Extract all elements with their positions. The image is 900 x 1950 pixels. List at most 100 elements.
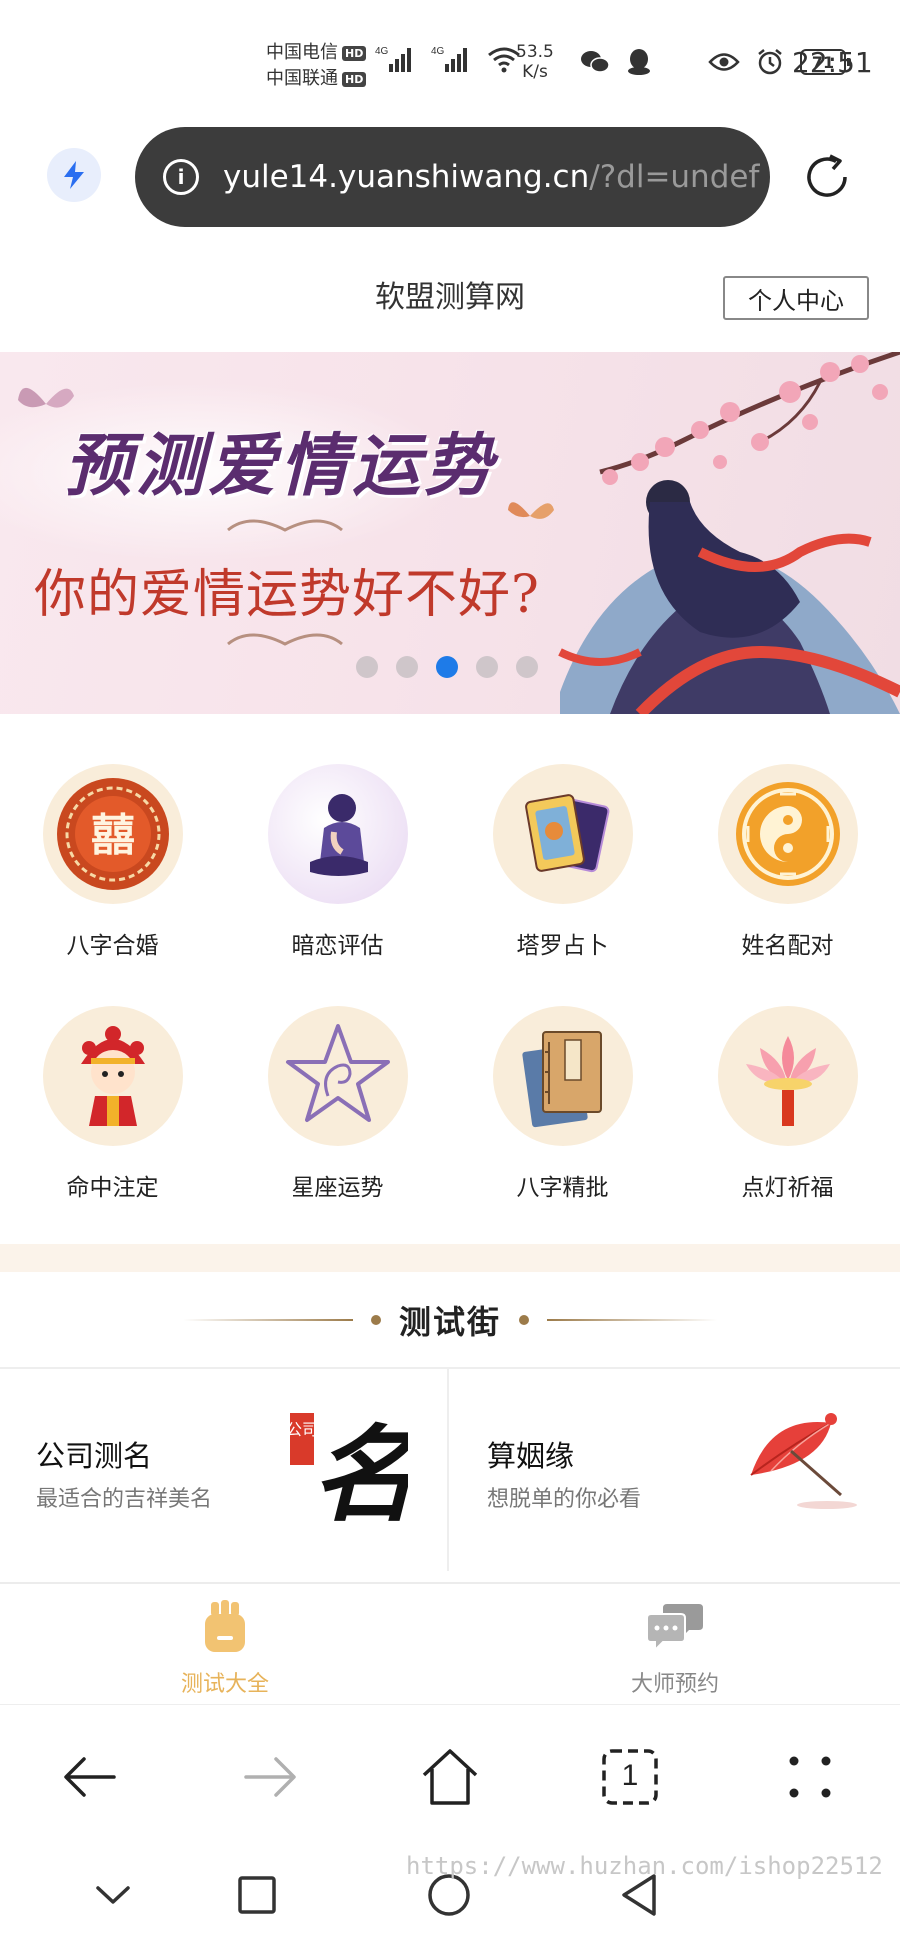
bride-icon	[80, 1026, 145, 1126]
section-title: 测试街	[398, 1303, 501, 1341]
category-icon-wrap	[717, 1006, 858, 1146]
butterfly-icon	[508, 502, 554, 519]
banner-heading: 预测爱情运势	[64, 426, 497, 506]
browser-toolbar: 1	[0, 1704, 900, 1844]
carousel-dot[interactable]	[516, 656, 538, 678]
category-item[interactable]: 姓名配对	[675, 764, 900, 960]
watermark: https://www.huzhan.com/ishop22512	[406, 1852, 883, 1880]
url-host: yule14.yuanshiwang.cn	[223, 159, 590, 195]
site-header: 软盟测算网 个人中心	[0, 240, 900, 352]
test-card-company-name[interactable]: 公司测名 最适合的吉祥美名 公司 名	[0, 1369, 449, 1571]
chat-bubbles-icon	[646, 1604, 703, 1653]
category-icon-wrap: 囍	[42, 764, 183, 904]
hd-badge: HD	[342, 71, 367, 87]
tab-count: 1	[621, 1759, 639, 1792]
carrier-info: 中国电信 HD 中国联通 HD	[266, 40, 367, 92]
couple-figure	[558, 480, 900, 714]
alarm-icon	[758, 49, 782, 75]
star-icon	[285, 1024, 390, 1122]
category-label: 八字合婚	[66, 933, 159, 959]
home-icon[interactable]	[418, 1745, 482, 1809]
category-icon-wrap	[492, 764, 633, 904]
test-card-title: 公司测名	[36, 1439, 153, 1473]
url-field[interactable]: i yule14.yuanshiwang.cn/?dl=undef	[135, 127, 770, 227]
lightning-icon	[64, 161, 84, 189]
double-happiness-icon: 囍	[56, 778, 169, 890]
title-dot-right	[519, 1315, 529, 1325]
net-speed: 53.5 K/s	[516, 42, 554, 82]
category-label: 星座运势	[291, 1175, 384, 1201]
carrier-2: 中国联通	[266, 68, 338, 89]
nav-master-booking[interactable]: 大师预约	[450, 1596, 900, 1698]
qq-icon	[628, 49, 650, 75]
umbrella-image	[750, 1413, 857, 1509]
tabs-button[interactable]: 1	[598, 1745, 662, 1809]
signal-icons: 4G 4G	[375, 44, 521, 74]
category-label: 八字精批	[516, 1175, 609, 1201]
signal-4g-label: 4G	[375, 46, 389, 57]
category-item[interactable]: 暗恋评估	[225, 764, 450, 960]
book-icon	[521, 1031, 602, 1128]
eye-icon	[708, 53, 740, 71]
carousel-dot[interactable]	[476, 656, 498, 678]
category-item[interactable]: 点灯祈福	[675, 1006, 900, 1202]
forward-arrow-icon[interactable]	[238, 1745, 302, 1809]
carousel-dots	[356, 656, 538, 678]
banner-carousel[interactable]: 预测爱情运势 你的爱情运势好不好?	[0, 352, 900, 714]
chevron-down-icon[interactable]	[88, 1870, 138, 1920]
recent-apps-icon[interactable]	[232, 1870, 282, 1920]
wechat-icon	[581, 51, 610, 73]
test-card-subtitle: 想脱单的你必看	[487, 1487, 642, 1512]
category-item[interactable]: 八字精批	[450, 1006, 675, 1202]
test-card-title: 算姻缘	[487, 1439, 575, 1473]
hd-badge: HD	[342, 45, 367, 61]
category-icon-wrap	[267, 764, 408, 904]
bagua-icon	[735, 782, 840, 886]
category-label: 姓名配对	[741, 933, 834, 959]
browser-address-bar: i yule14.yuanshiwang.cn/?dl=undef	[0, 120, 900, 240]
title-line-left	[182, 1319, 353, 1321]
fortune-bag-icon	[205, 1600, 245, 1652]
category-label: 暗恋评估	[291, 933, 384, 959]
section-header: 测试街	[0, 1280, 900, 1360]
category-icon-wrap	[267, 1006, 408, 1146]
category-item[interactable]: 塔罗占卜	[450, 764, 675, 960]
net-speed-unit: K/s	[522, 62, 548, 82]
title-line-right	[547, 1319, 717, 1321]
clock: 22:51	[792, 46, 873, 79]
signal-4g-label: 4G	[431, 46, 445, 57]
info-icon[interactable]: i	[163, 159, 199, 195]
nav-tests-label: 测试大全	[180, 1672, 269, 1697]
carrier-1: 中国电信	[266, 42, 338, 63]
category-item[interactable]: 囍 八字合婚	[0, 764, 225, 960]
nav-tests[interactable]: 测试大全	[0, 1596, 450, 1698]
nav-master-booking-label: 大师预约	[630, 1672, 719, 1697]
category-item[interactable]: 命中注定	[0, 1006, 225, 1202]
section-divider	[0, 1244, 900, 1272]
speed-mode-button[interactable]	[47, 148, 101, 202]
user-center-button[interactable]: 个人中心	[723, 276, 869, 320]
test-card-subtitle: 最适合的吉祥美名	[36, 1487, 213, 1512]
category-icon-wrap	[492, 1006, 633, 1146]
tarot-cards-icon	[524, 794, 609, 873]
test-card-marriage[interactable]: 算姻缘 想脱单的你必看	[451, 1369, 900, 1571]
category-label: 塔罗占卜	[516, 933, 609, 959]
back-arrow-icon[interactable]	[58, 1745, 122, 1809]
signal-4g-icon: 4G	[431, 46, 467, 72]
carousel-dot[interactable]	[396, 656, 418, 678]
svg-text:囍: 囍	[91, 810, 135, 861]
url-path: /?dl=undef	[589, 159, 760, 195]
category-label: 命中注定	[66, 1175, 159, 1201]
signal-4g-icon: 4G	[375, 46, 411, 72]
carousel-dot[interactable]	[436, 656, 458, 678]
title-dot-left	[370, 1315, 381, 1325]
url-text: yule14.yuanshiwang.cn/?dl=undef	[223, 159, 759, 195]
reload-icon[interactable]	[800, 150, 854, 204]
net-speed-value: 53.5	[516, 42, 554, 62]
category-label: 点灯祈福	[741, 1175, 834, 1201]
carousel-dot[interactable]	[356, 656, 378, 678]
menu-dots-icon[interactable]	[778, 1745, 842, 1809]
category-item[interactable]: 星座运势	[225, 1006, 450, 1202]
category-icon-wrap	[42, 1006, 183, 1146]
banner-subheading: 你的爱情运势好不好?	[34, 565, 540, 625]
